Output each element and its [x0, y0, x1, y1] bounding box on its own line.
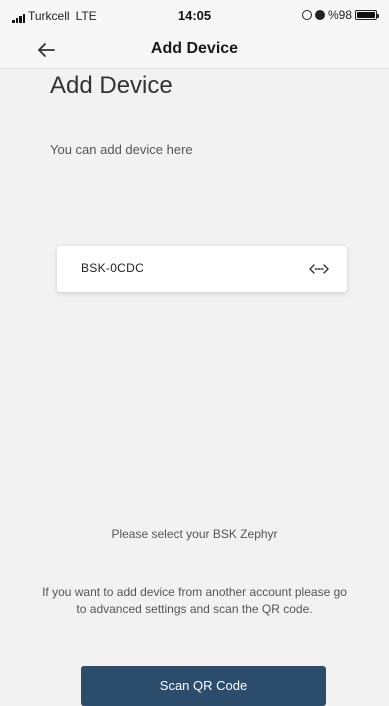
select-device-instruction: Please select your BSK Zephyr	[111, 527, 278, 541]
battery-percent: %98	[327, 8, 352, 22]
device-list-item[interactable]: BSK-0CDC	[57, 246, 347, 292]
page-subtitle: You can add device here	[50, 142, 193, 157]
device-name: BSK-0CDC	[81, 261, 145, 275]
status-bar: Turkcell LTE 14:05 %98	[0, 0, 389, 32]
app-header: Add Device	[0, 32, 389, 69]
scan-qr-code-button[interactable]: Scan QR Code	[81, 666, 326, 706]
header-title: Add Device	[150, 40, 239, 57]
status-right: %98	[301, 8, 379, 22]
page-title: Add Device	[50, 72, 173, 99]
location-icon	[301, 10, 312, 20]
advanced-settings-hint: If you want to add device from another a…	[42, 585, 347, 616]
connect-arrows-icon	[309, 264, 329, 274]
alarm-icon	[314, 10, 325, 20]
battery-icon	[355, 10, 379, 20]
